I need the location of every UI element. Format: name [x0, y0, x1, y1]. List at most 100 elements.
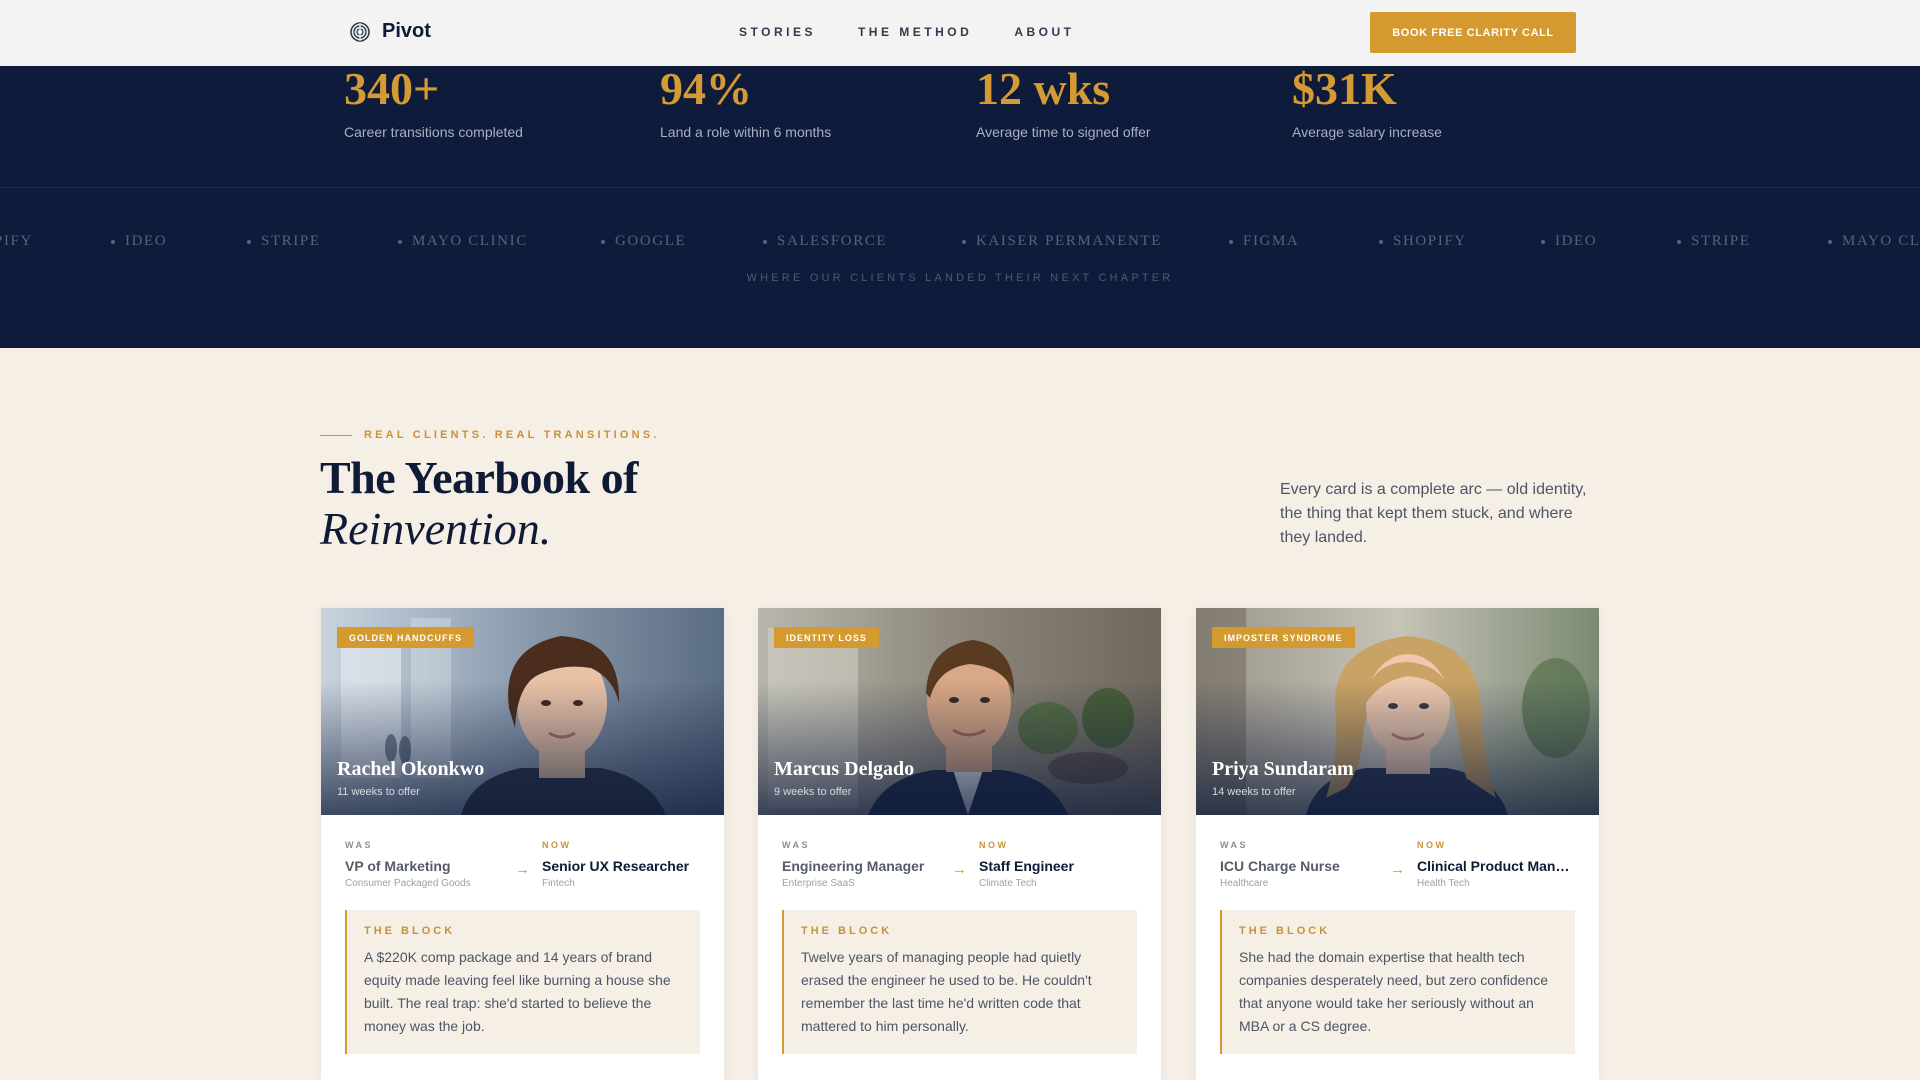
was-industry: Healthcare: [1220, 878, 1269, 889]
client-logo: KAISER PERMANENTE: [962, 233, 1162, 250]
arrow-right-icon: →: [515, 861, 530, 878]
bullet-icon: [111, 239, 115, 244]
arrow-right-icon: →: [952, 861, 967, 878]
section-eyebrow: REAL CLIENTS. REAL TRANSITIONS.: [320, 429, 660, 441]
bullet-icon: [1828, 239, 1832, 244]
client-photo: IDENTITY LOSS Marcus Delgado 9 weeks to …: [758, 608, 1161, 815]
was-label: WAS: [1220, 840, 1249, 850]
nav-link-stories[interactable]: STORIES: [739, 25, 816, 39]
now-label: NOW: [979, 840, 1009, 850]
stat-label: Average time to signed offer: [976, 124, 1151, 140]
stat-label: Career transitions completed: [344, 124, 523, 140]
stat-value: 94%: [660, 66, 752, 114]
stat-land-role: 94% Land a role within 6 months: [660, 66, 831, 140]
client-name: Rachel Okonkwo: [337, 758, 485, 780]
client-photo: GOLDEN HANDCUFFS Rachel Okonkwo 11 weeks…: [321, 608, 724, 815]
nav-links: STORIES THE METHOD ABOUT: [739, 25, 1074, 39]
now-column: NOW Senior UX Researcher Fintech: [542, 840, 689, 889]
stat-value: 12 wks: [976, 66, 1111, 114]
story-card[interactable]: IDENTITY LOSS Marcus Delgado 9 weeks to …: [758, 608, 1161, 1080]
was-label: WAS: [782, 840, 811, 850]
stat-time-to-offer: 12 wks Average time to signed offer: [976, 66, 1151, 140]
challenge-tag: IDENTITY LOSS: [774, 627, 879, 648]
now-role: Staff Engineer: [979, 858, 1074, 874]
stat-salary-increase: $31K Average salary increase: [1292, 66, 1442, 140]
client-logo: STRIPE: [1677, 233, 1751, 250]
section-heading: The Yearbook of Reinvention.: [320, 452, 638, 554]
now-label: NOW: [1417, 840, 1447, 850]
client-name: Marcus Delgado: [774, 758, 915, 780]
block-label: THE BLOCK: [801, 925, 893, 937]
client-logo: IDEO: [111, 233, 167, 250]
weeks-to-offer: 11 weeks to offer: [337, 786, 420, 798]
was-column: WAS VP of Marketing Consumer Packaged Go…: [345, 840, 471, 889]
challenge-tag: IMPOSTER SYNDROME: [1212, 627, 1355, 648]
book-clarity-call-button[interactable]: BOOK FREE CLARITY CALL: [1370, 12, 1576, 53]
band-divider: [0, 187, 1920, 188]
block-text: Twelve years of managing people had quie…: [801, 949, 1092, 1034]
now-column: NOW Clinical Product Man… Health Tech: [1417, 840, 1569, 889]
was-industry: Enterprise SaaS: [782, 878, 855, 889]
the-block-panel: THE BLOCK She had the domain expertise t…: [1220, 910, 1575, 1054]
block-text: She had the domain expertise that health…: [1239, 949, 1548, 1034]
block-label: THE BLOCK: [364, 925, 456, 937]
section-intro: Every card is a complete arc — old ident…: [1280, 481, 1587, 546]
the-block-panel: THE BLOCK Twelve years of managing peopl…: [782, 910, 1137, 1054]
weeks-to-offer: 14 weeks to offer: [1212, 786, 1296, 798]
bullet-icon: [398, 239, 402, 244]
bullet-icon: [247, 239, 251, 244]
client-logo: PIFY: [0, 233, 33, 249]
client-logo: IDEO: [1541, 233, 1597, 250]
eyebrow-rule: [320, 434, 352, 436]
stat-value: 340+: [344, 66, 440, 114]
eyebrow-text: REAL CLIENTS. REAL TRANSITIONS.: [364, 429, 660, 441]
client-logo: SALESFORCE: [763, 233, 887, 250]
now-industry: Climate Tech: [979, 878, 1037, 889]
was-role: VP of Marketing: [345, 858, 451, 874]
now-column: NOW Staff Engineer Climate Tech: [979, 840, 1074, 889]
brand-logo-link[interactable]: Pivot: [350, 20, 431, 43]
weeks-to-offer: 9 weeks to offer: [774, 786, 852, 798]
heading-line-1: The Yearbook of: [320, 452, 638, 503]
bullet-icon: [1379, 239, 1383, 244]
bullet-icon: [962, 239, 966, 244]
was-role: ICU Charge Nurse: [1220, 858, 1340, 874]
was-role: Engineering Manager: [782, 858, 925, 874]
stat-value: $31K: [1292, 66, 1397, 114]
was-industry: Consumer Packaged Goods: [345, 878, 471, 889]
fingerprint-icon: [350, 21, 370, 42]
top-nav: Pivot STORIES THE METHOD ABOUT BOOK FREE…: [0, 0, 1920, 66]
block-label: THE BLOCK: [1239, 925, 1331, 937]
nav-link-about[interactable]: ABOUT: [1014, 25, 1074, 39]
was-label: WAS: [345, 840, 374, 850]
story-card[interactable]: GOLDEN HANDCUFFS Rachel Okonkwo 11 weeks…: [321, 608, 724, 1080]
client-logo: GOOGLE: [601, 233, 686, 250]
client-logo: SHOPIFY: [1379, 233, 1467, 250]
now-industry: Health Tech: [1417, 878, 1470, 889]
band-caption: WHERE OUR CLIENTS LANDED THEIR NEXT CHAP…: [746, 272, 1174, 284]
client-name: Priya Sundaram: [1212, 758, 1354, 780]
heading-line-2: Reinvention.: [320, 503, 552, 554]
stat-label: Land a role within 6 months: [660, 124, 832, 140]
was-column: WAS ICU Charge Nurse Healthcare: [1220, 840, 1340, 889]
now-label: NOW: [542, 840, 572, 850]
now-role: Clinical Product Man…: [1417, 858, 1570, 874]
story-card[interactable]: IMPOSTER SYNDROME Priya Sundaram 14 week…: [1196, 608, 1599, 1080]
client-photo: IMPOSTER SYNDROME Priya Sundaram 14 week…: [1196, 608, 1599, 815]
now-role: Senior UX Researcher: [542, 858, 690, 874]
stat-label: Average salary increase: [1292, 124, 1442, 140]
client-logo: MAYO CLI: [1828, 233, 1920, 250]
bullet-icon: [1541, 239, 1545, 244]
nav-link-the-method[interactable]: THE METHOD: [858, 25, 972, 39]
stats-band: 340+ Career transitions completed 94% La…: [0, 66, 1920, 348]
now-industry: Fintech: [542, 878, 575, 889]
bullet-icon: [763, 239, 767, 244]
block-text: A $220K comp package and 14 years of bra…: [364, 949, 671, 1034]
client-logo: STRIPE: [247, 233, 321, 250]
bullet-icon: [1677, 239, 1681, 244]
the-block-panel: THE BLOCK A $220K comp package and 14 ye…: [345, 910, 700, 1054]
bullet-icon: [1229, 239, 1233, 244]
was-column: WAS Engineering Manager Enterprise SaaS: [782, 840, 924, 889]
client-logo: MAYO CLINIC: [398, 233, 528, 250]
bullet-icon: [601, 239, 605, 244]
